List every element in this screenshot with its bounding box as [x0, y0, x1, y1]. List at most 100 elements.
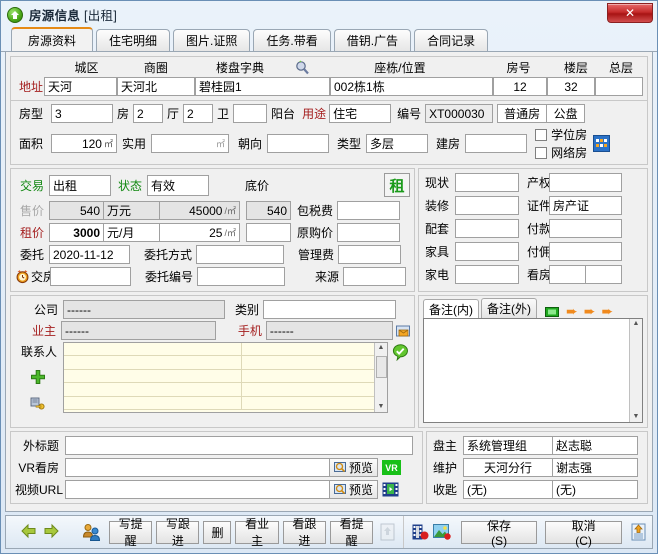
owner-group-field[interactable]: 系统管理组 — [463, 436, 553, 455]
usage-input[interactable] — [329, 104, 392, 123]
trade-type-input[interactable] — [49, 174, 111, 196]
list-item[interactable] — [64, 343, 387, 357]
magnifier-icon[interactable] — [288, 60, 316, 76]
upload-icon[interactable] — [380, 523, 395, 541]
business-area-input[interactable] — [117, 77, 195, 96]
contacts-list[interactable]: ▲ ▼ — [63, 342, 388, 413]
orientation-input[interactable] — [267, 134, 330, 153]
outer-title-input[interactable] — [65, 436, 413, 455]
rent-base-price-input[interactable] — [246, 223, 291, 242]
people-icon[interactable] — [82, 523, 101, 542]
viewing-input-b[interactable] — [586, 265, 622, 284]
tab-residence-detail[interactable]: 住宅明细 — [96, 29, 171, 51]
total-floor-input[interactable] — [595, 77, 643, 96]
write-followup-button[interactable]: 写跟进 — [156, 517, 200, 548]
facility-input[interactable] — [455, 219, 519, 238]
arrow-right-icon[interactable]: ➨ — [601, 304, 613, 318]
phone-key-icon[interactable] — [30, 396, 48, 414]
payment-input[interactable] — [549, 219, 622, 238]
view-reminder-button[interactable]: 看提醒 — [329, 517, 374, 548]
close-button[interactable]: ✕ — [607, 3, 653, 23]
area-input[interactable]: 120 ㎡ — [51, 134, 117, 153]
rooms-input[interactable] — [51, 104, 113, 123]
management-fee-input[interactable] — [338, 245, 402, 264]
tab-contract-records[interactable]: 合同记录 — [414, 29, 489, 51]
tab-photos-certs[interactable]: 图片.证照 — [173, 29, 251, 51]
video-preview-button[interactable]: 预览 — [330, 480, 379, 499]
view-followup-button[interactable]: 看跟进 — [282, 517, 326, 548]
film-icon[interactable] — [412, 524, 429, 540]
tab-notes-internal[interactable]: 备注(内) — [423, 299, 479, 318]
video-url-input[interactable] — [65, 480, 330, 499]
scroll-up-icon[interactable]: ▲ — [633, 319, 640, 329]
arrow-right-icon[interactable] — [42, 523, 60, 541]
built-input[interactable] — [465, 134, 528, 153]
tax-fee-input[interactable] — [337, 201, 401, 220]
vr-preview-button[interactable]: 预览 — [330, 458, 379, 477]
cancel-button[interactable]: 取消(C) — [545, 519, 622, 548]
export-icon[interactable] — [631, 523, 646, 541]
viewing-input-a[interactable] — [549, 265, 586, 284]
current-state-input[interactable] — [455, 173, 519, 192]
list-item[interactable] — [64, 356, 387, 370]
original-price-input[interactable] — [337, 223, 401, 242]
category-input[interactable] — [263, 300, 397, 319]
furniture-input[interactable] — [455, 242, 519, 261]
list-item[interactable] — [64, 369, 387, 384]
arrow-right-icon[interactable]: ➨ — [584, 304, 596, 318]
arrow-left-icon[interactable] — [20, 523, 38, 541]
floor-input[interactable] — [547, 77, 595, 96]
owner-input[interactable]: ------ — [61, 321, 216, 340]
green-check-balloon-icon[interactable] — [392, 344, 410, 362]
entrust-no-input[interactable] — [197, 267, 286, 286]
source-input[interactable] — [343, 267, 407, 286]
tab-notes-external[interactable]: 备注(外) — [481, 298, 537, 318]
school-house-checkbox-box[interactable] — [535, 128, 548, 141]
scroll-down-icon[interactable]: ▼ — [378, 402, 385, 412]
maintainer-branch-field[interactable]: 天河分行 — [463, 458, 553, 477]
contacts-scrollbar[interactable]: ▲ ▼ — [374, 343, 387, 412]
owner-person-field[interactable]: 赵志聪 — [553, 436, 638, 455]
scroll-down-icon[interactable]: ▼ — [633, 412, 640, 422]
rent-price-input[interactable]: 3000 — [49, 223, 104, 242]
tab-property-data[interactable]: 房源资料 — [11, 27, 94, 51]
tab-keys-ads[interactable]: 借钥.广告 — [333, 29, 412, 51]
delete-button[interactable]: 删 — [203, 520, 232, 544]
key-field-b[interactable]: (无) — [553, 480, 638, 499]
baths-input[interactable] — [183, 104, 214, 123]
grid-icon[interactable] — [593, 134, 611, 153]
save-button[interactable]: 保存(S) — [460, 519, 538, 548]
appliance-input[interactable] — [455, 265, 519, 284]
key-field-a[interactable]: (无) — [463, 480, 553, 499]
district-input[interactable] — [44, 77, 117, 96]
view-owner-button[interactable]: 看业主 — [235, 517, 279, 548]
room-no-input[interactable] — [493, 77, 547, 96]
entrust-date-input[interactable] — [49, 245, 130, 264]
vr-badge-icon[interactable]: VR — [382, 460, 402, 475]
write-reminder-button[interactable]: 写提醒 — [109, 517, 153, 548]
image-icon[interactable] — [432, 524, 451, 540]
list-item[interactable] — [64, 396, 387, 410]
network-house-checkbox[interactable]: 网络房 — [535, 144, 587, 161]
position-input[interactable] — [330, 77, 493, 96]
scroll-up-icon[interactable]: ▲ — [378, 343, 385, 353]
usable-input[interactable]: ㎡ — [151, 134, 230, 153]
mail-icon[interactable] — [396, 324, 410, 338]
commission-input[interactable] — [549, 242, 622, 261]
balcony-input[interactable] — [233, 104, 268, 123]
notes-scrollbar[interactable]: ▲ ▼ — [629, 319, 642, 422]
scroll-thumb[interactable] — [375, 356, 387, 378]
tab-tasks-viewings[interactable]: 任务.带看 — [253, 29, 331, 51]
list-item[interactable] — [64, 383, 387, 397]
notes-textarea[interactable]: ▲ ▼ — [423, 318, 643, 423]
school-house-checkbox[interactable]: 学位房 — [535, 126, 587, 143]
structure-input[interactable] — [366, 134, 429, 153]
network-house-checkbox-box[interactable] — [535, 146, 548, 159]
maintainer-person-field[interactable]: 谢志强 — [553, 458, 638, 477]
handover-input[interactable] — [50, 267, 131, 286]
public-listing-field[interactable]: 公盘 — [547, 104, 586, 123]
ownership-input[interactable] — [549, 173, 622, 192]
mobile-input[interactable]: ------ — [265, 321, 393, 340]
company-input[interactable]: ------ — [63, 300, 225, 319]
entrust-way-input[interactable] — [196, 245, 285, 264]
